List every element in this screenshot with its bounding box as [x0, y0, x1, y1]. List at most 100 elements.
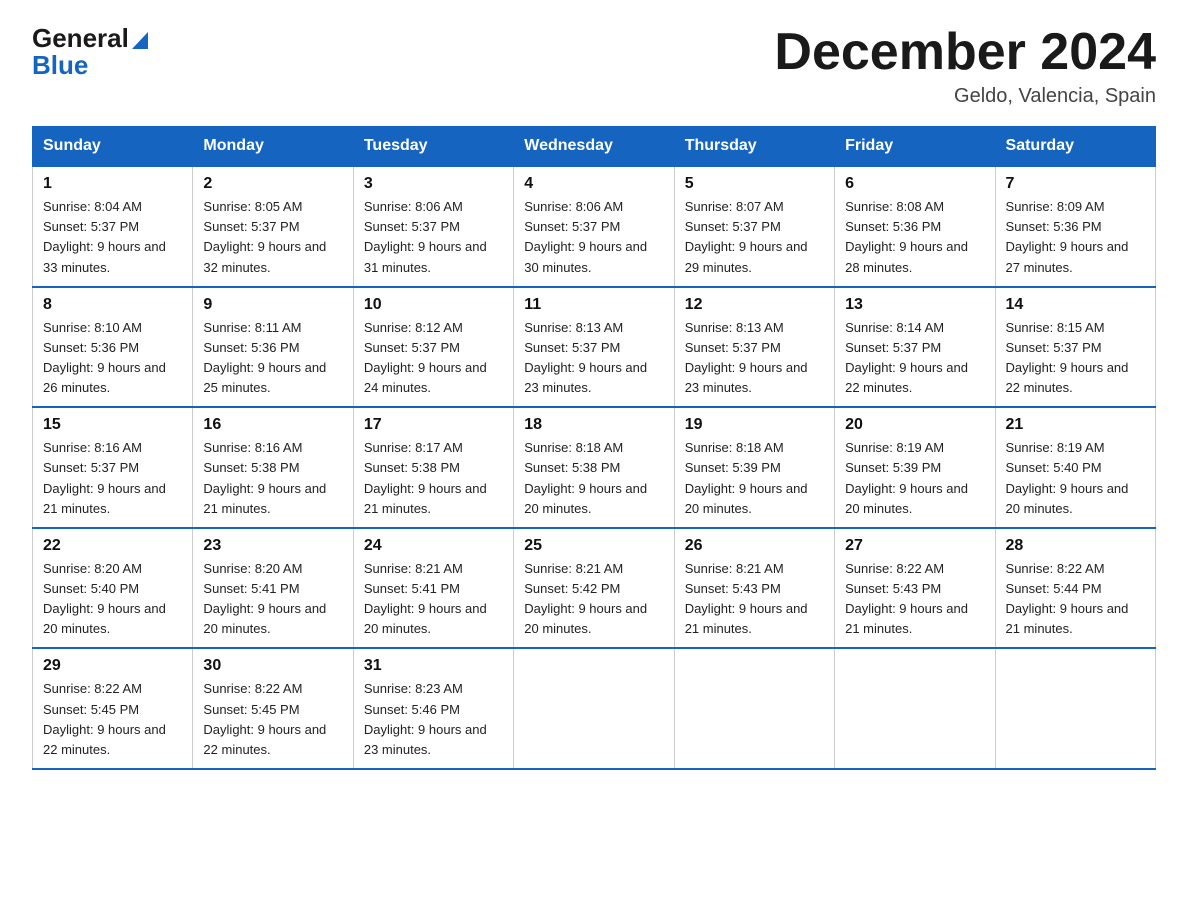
day-number: 28 — [1006, 537, 1145, 555]
calendar-day-24: 24 Sunrise: 8:21 AMSunset: 5:41 PMDayligh… — [353, 528, 513, 649]
calendar-day-13: 13 Sunrise: 8:14 AMSunset: 5:37 PMDayligh… — [835, 287, 995, 408]
calendar-day-16: 16 Sunrise: 8:16 AMSunset: 5:38 PMDayligh… — [193, 407, 353, 528]
calendar-day-2: 2 Sunrise: 8:05 AMSunset: 5:37 PMDaylight… — [193, 166, 353, 287]
day-info: Sunrise: 8:22 AMSunset: 5:43 PMDaylight:… — [845, 559, 984, 640]
day-number: 10 — [364, 296, 503, 314]
day-number: 15 — [43, 416, 182, 434]
calendar-header-row: SundayMondayTuesdayWednesdayThursdayFrid… — [33, 127, 1156, 167]
calendar-week-1: 1 Sunrise: 8:04 AMSunset: 5:37 PMDaylight… — [33, 166, 1156, 287]
day-info: Sunrise: 8:10 AMSunset: 5:36 PMDaylight:… — [43, 318, 182, 399]
logo-blue: Blue — [32, 51, 88, 80]
day-info: Sunrise: 8:06 AMSunset: 5:37 PMDaylight:… — [364, 197, 503, 278]
day-number: 22 — [43, 537, 182, 555]
day-info: Sunrise: 8:09 AMSunset: 5:36 PMDaylight:… — [1006, 197, 1145, 278]
logo-triangle-icon — [130, 27, 148, 49]
month-title: December 2024 — [774, 24, 1156, 81]
day-info: Sunrise: 8:11 AMSunset: 5:36 PMDaylight:… — [203, 318, 342, 399]
day-info: Sunrise: 8:18 AMSunset: 5:38 PMDaylight:… — [524, 438, 663, 519]
day-info: Sunrise: 8:20 AMSunset: 5:41 PMDaylight:… — [203, 559, 342, 640]
day-number: 7 — [1006, 175, 1145, 193]
day-info: Sunrise: 8:23 AMSunset: 5:46 PMDaylight:… — [364, 679, 503, 760]
calendar-day-30: 30 Sunrise: 8:22 AMSunset: 5:45 PMDayligh… — [193, 648, 353, 769]
day-info: Sunrise: 8:22 AMSunset: 5:45 PMDaylight:… — [43, 679, 182, 760]
col-header-tuesday: Tuesday — [353, 127, 513, 167]
day-info: Sunrise: 8:14 AMSunset: 5:37 PMDaylight:… — [845, 318, 984, 399]
calendar-day-21: 21Sunrise: 8:19 AMSunset: 5:40 PMDayligh… — [995, 407, 1155, 528]
calendar-day-empty — [674, 648, 834, 769]
col-header-sunday: Sunday — [33, 127, 193, 167]
calendar-day-3: 3 Sunrise: 8:06 AMSunset: 5:37 PMDaylight… — [353, 166, 513, 287]
calendar-day-27: 27 Sunrise: 8:22 AMSunset: 5:43 PMDayligh… — [835, 528, 995, 649]
day-number: 6 — [845, 175, 984, 193]
day-number: 24 — [364, 537, 503, 555]
location: Geldo, Valencia, Spain — [774, 85, 1156, 108]
day-number: 1 — [43, 175, 182, 193]
calendar-week-4: 22 Sunrise: 8:20 AMSunset: 5:40 PMDayligh… — [33, 528, 1156, 649]
day-info: Sunrise: 8:19 AMSunset: 5:39 PMDaylight:… — [845, 438, 984, 519]
calendar-day-23: 23 Sunrise: 8:20 AMSunset: 5:41 PMDayligh… — [193, 528, 353, 649]
day-number: 26 — [685, 537, 824, 555]
calendar-day-empty — [835, 648, 995, 769]
calendar-day-9: 9Sunrise: 8:11 AMSunset: 5:36 PMDaylight… — [193, 287, 353, 408]
day-info: Sunrise: 8:05 AMSunset: 5:37 PMDaylight:… — [203, 197, 342, 278]
day-info: Sunrise: 8:16 AMSunset: 5:37 PMDaylight:… — [43, 438, 182, 519]
day-info: Sunrise: 8:20 AMSunset: 5:40 PMDaylight:… — [43, 559, 182, 640]
day-info: Sunrise: 8:21 AMSunset: 5:43 PMDaylight:… — [685, 559, 824, 640]
calendar-week-2: 8 Sunrise: 8:10 AMSunset: 5:36 PMDaylight… — [33, 287, 1156, 408]
page-header: General Blue December 2024 Geldo, Valenc… — [32, 24, 1156, 108]
day-info: Sunrise: 8:04 AMSunset: 5:37 PMDaylight:… — [43, 197, 182, 278]
calendar-day-25: 25 Sunrise: 8:21 AMSunset: 5:42 PMDayligh… — [514, 528, 674, 649]
day-number: 8 — [43, 296, 182, 314]
day-number: 4 — [524, 175, 663, 193]
day-number: 25 — [524, 537, 663, 555]
calendar-day-14: 14 Sunrise: 8:15 AMSunset: 5:37 PMDayligh… — [995, 287, 1155, 408]
day-number: 5 — [685, 175, 824, 193]
day-number: 16 — [203, 416, 342, 434]
day-number: 13 — [845, 296, 984, 314]
calendar-day-6: 6 Sunrise: 8:08 AMSunset: 5:36 PMDaylight… — [835, 166, 995, 287]
calendar-day-28: 28 Sunrise: 8:22 AMSunset: 5:44 PMDayligh… — [995, 528, 1155, 649]
title-block: December 2024 Geldo, Valencia, Spain — [774, 24, 1156, 108]
calendar-day-8: 8 Sunrise: 8:10 AMSunset: 5:36 PMDaylight… — [33, 287, 193, 408]
calendar-day-26: 26 Sunrise: 8:21 AMSunset: 5:43 PMDayligh… — [674, 528, 834, 649]
day-info: Sunrise: 8:18 AMSunset: 5:39 PMDaylight:… — [685, 438, 824, 519]
day-info: Sunrise: 8:08 AMSunset: 5:36 PMDaylight:… — [845, 197, 984, 278]
day-info: Sunrise: 8:22 AMSunset: 5:44 PMDaylight:… — [1006, 559, 1145, 640]
logo-general: General — [32, 24, 129, 53]
col-header-wednesday: Wednesday — [514, 127, 674, 167]
day-info: Sunrise: 8:21 AMSunset: 5:42 PMDaylight:… — [524, 559, 663, 640]
calendar-day-15: 15 Sunrise: 8:16 AMSunset: 5:37 PMDayligh… — [33, 407, 193, 528]
col-header-friday: Friday — [835, 127, 995, 167]
calendar-day-20: 20 Sunrise: 8:19 AMSunset: 5:39 PMDayligh… — [835, 407, 995, 528]
day-number: 19 — [685, 416, 824, 434]
day-number: 29 — [43, 657, 182, 675]
day-number: 14 — [1006, 296, 1145, 314]
day-number: 20 — [845, 416, 984, 434]
day-number: 23 — [203, 537, 342, 555]
day-info: Sunrise: 8:07 AMSunset: 5:37 PMDaylight:… — [685, 197, 824, 278]
col-header-monday: Monday — [193, 127, 353, 167]
calendar-day-12: 12Sunrise: 8:13 AMSunset: 5:37 PMDayligh… — [674, 287, 834, 408]
day-number: 31 — [364, 657, 503, 675]
logo: General Blue — [32, 24, 148, 79]
calendar-table: SundayMondayTuesdayWednesdayThursdayFrid… — [32, 126, 1156, 770]
day-info: Sunrise: 8:15 AMSunset: 5:37 PMDaylight:… — [1006, 318, 1145, 399]
day-number: 3 — [364, 175, 503, 193]
calendar-day-11: 11Sunrise: 8:13 AMSunset: 5:37 PMDayligh… — [514, 287, 674, 408]
day-info: Sunrise: 8:19 AMSunset: 5:40 PMDaylight:… — [1006, 438, 1145, 519]
day-info: Sunrise: 8:21 AMSunset: 5:41 PMDaylight:… — [364, 559, 503, 640]
day-info: Sunrise: 8:06 AMSunset: 5:37 PMDaylight:… — [524, 197, 663, 278]
day-number: 30 — [203, 657, 342, 675]
calendar-day-18: 18Sunrise: 8:18 AMSunset: 5:38 PMDayligh… — [514, 407, 674, 528]
col-header-thursday: Thursday — [674, 127, 834, 167]
calendar-week-5: 29 Sunrise: 8:22 AMSunset: 5:45 PMDayligh… — [33, 648, 1156, 769]
day-info: Sunrise: 8:22 AMSunset: 5:45 PMDaylight:… — [203, 679, 342, 760]
calendar-day-31: 31 Sunrise: 8:23 AMSunset: 5:46 PMDayligh… — [353, 648, 513, 769]
calendar-day-4: 4 Sunrise: 8:06 AMSunset: 5:37 PMDaylight… — [514, 166, 674, 287]
calendar-day-1: 1 Sunrise: 8:04 AMSunset: 5:37 PMDaylight… — [33, 166, 193, 287]
calendar-day-empty — [995, 648, 1155, 769]
day-info: Sunrise: 8:16 AMSunset: 5:38 PMDaylight:… — [203, 438, 342, 519]
day-number: 2 — [203, 175, 342, 193]
day-number: 11 — [524, 296, 663, 314]
day-number: 27 — [845, 537, 984, 555]
